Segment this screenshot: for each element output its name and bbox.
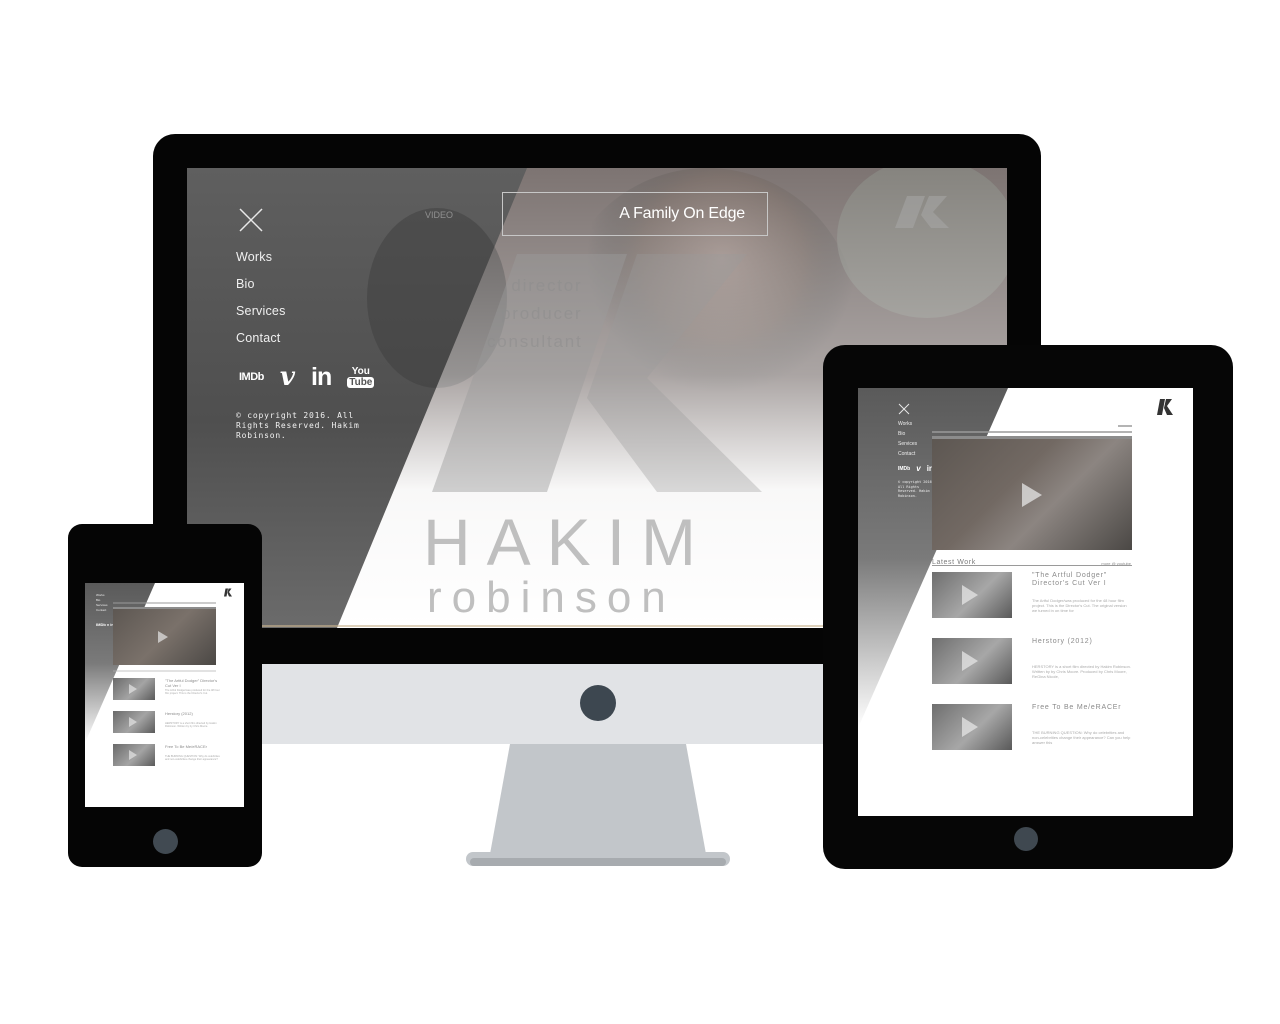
- play-icon[interactable]: [962, 717, 978, 737]
- video-description: The Artful Dodger/was produced for the 4…: [1032, 598, 1127, 613]
- video-title[interactable]: Herstory (2012): [1032, 638, 1132, 646]
- name-first: HAKIM: [423, 505, 713, 579]
- video-description: HERSTORY is a short film directed by Hak…: [1032, 664, 1131, 679]
- video-thumbnail[interactable]: [932, 638, 1012, 684]
- video-thumbnail[interactable]: [932, 704, 1012, 750]
- social-links: IMDb v in You Tube: [239, 364, 375, 390]
- close-icon[interactable]: [239, 208, 263, 232]
- nav-item-works[interactable]: Works: [236, 250, 286, 277]
- video-thumbnail[interactable]: [932, 572, 1012, 618]
- play-icon[interactable]: [129, 684, 137, 694]
- imdb-icon[interactable]: IMDb: [239, 371, 264, 383]
- imdb-icon[interactable]: IMDb: [898, 466, 910, 472]
- list-item[interactable]: Free To Be Me/eRACEr THE BURNING QUESTIO…: [932, 704, 1132, 754]
- vimeo-icon[interactable]: v: [280, 364, 295, 390]
- nav-item-works[interactable]: Works: [898, 421, 917, 431]
- desktop-logo-icon: [580, 685, 616, 721]
- video-title[interactable]: "The Artful Dodger" Director's Cut Ver I: [1032, 572, 1132, 588]
- device-mockup: Works Bio Services Contact IMDb v in You…: [0, 0, 1280, 1024]
- nav-item-contact[interactable]: Contact: [898, 451, 917, 461]
- linkedin-icon[interactable]: in: [311, 364, 332, 390]
- nav-item-services[interactable]: Services: [898, 441, 917, 451]
- roles-list: director producer consultant: [487, 276, 583, 360]
- youtube-label-bottom: Tube: [347, 377, 375, 388]
- name-last: robinson: [427, 573, 676, 622]
- phone-screen: Works Bio Services Contact IMDb v in You…: [85, 583, 244, 807]
- desktop-nav-menu: Works Bio Services Contact: [236, 250, 286, 358]
- nav-item-contact[interactable]: Contact: [96, 608, 108, 613]
- site-logo[interactable]: [224, 588, 234, 597]
- list-item[interactable]: Free To Be Me/eRACEr THE BURNING QUESTIO…: [113, 744, 223, 770]
- video-thumbnail[interactable]: [113, 711, 155, 733]
- nav-item-bio[interactable]: Bio: [898, 431, 917, 441]
- tablet-nav-menu: Works Bio Services Contact: [898, 421, 917, 461]
- video-description: THE BURNING QUESTION: Why do celebrities…: [165, 755, 220, 762]
- nav-item-bio[interactable]: Bio: [236, 277, 286, 304]
- role-consultant: consultant: [487, 332, 583, 351]
- featured-video-box[interactable]: A Family On Edge: [502, 192, 768, 236]
- role-director: director: [511, 276, 583, 295]
- nav-item-contact[interactable]: Contact: [236, 331, 286, 358]
- video-description: The Artful Dodger/was produced for the 4…: [165, 689, 220, 696]
- youtube-label-top: You: [351, 366, 370, 377]
- featured-video[interactable]: [932, 436, 1132, 550]
- tablet-home-button: [1014, 827, 1038, 851]
- play-icon[interactable]: [962, 585, 978, 605]
- youtube-icon[interactable]: You Tube: [347, 366, 375, 388]
- desktop-chin: [262, 664, 828, 744]
- featured-video[interactable]: [113, 607, 216, 665]
- more-link[interactable]: more @ youtube: [1101, 561, 1131, 566]
- list-item[interactable]: Herstory (2012) HERSTORY is a short film…: [113, 711, 223, 737]
- video-label: VIDEO: [425, 210, 454, 220]
- close-icon[interactable]: [898, 403, 910, 415]
- vimeo-icon[interactable]: v: [916, 464, 920, 473]
- video-title[interactable]: Free To Be Me/eRACEr: [165, 744, 223, 749]
- nav-item-services[interactable]: Services: [236, 304, 286, 331]
- featured-video-title: A Family On Edge: [619, 205, 745, 222]
- video-title[interactable]: Herstory (2012): [165, 711, 223, 716]
- phone-nav-menu: Works Bio Services Contact: [96, 593, 108, 613]
- play-icon[interactable]: [129, 717, 137, 727]
- desktop-stand: [466, 744, 730, 866]
- list-item[interactable]: "The Artful Dodger" Director's Cut Ver I…: [932, 572, 1132, 622]
- video-title[interactable]: "The Artful Dodger" Director's Cut Ver I: [165, 678, 223, 688]
- video-description: THE BURNING QUESTION: Why do celebrities…: [1032, 730, 1131, 745]
- video-description: HERSTORY is a short film directed by Hak…: [165, 722, 217, 729]
- play-icon[interactable]: [1022, 483, 1042, 507]
- list-item[interactable]: "The Artful Dodger" Director's Cut Ver I…: [113, 678, 223, 704]
- list-item[interactable]: Herstory (2012) HERSTORY is a short film…: [932, 638, 1132, 688]
- play-icon[interactable]: [129, 750, 137, 760]
- play-icon[interactable]: [158, 631, 168, 643]
- latest-work-heading: Latest Work: [932, 559, 976, 566]
- video-thumbnail[interactable]: [113, 744, 155, 766]
- site-logo[interactable]: [1157, 399, 1177, 415]
- tablet-screen: Works Bio Services Contact IMDb v in You…: [858, 388, 1193, 816]
- video-thumbnail[interactable]: [113, 678, 155, 700]
- play-icon[interactable]: [962, 651, 978, 671]
- video-title[interactable]: Free To Be Me/eRACEr: [1032, 704, 1132, 712]
- copyright-text: © copyright 2016. All Rights Reserved. H…: [236, 411, 360, 440]
- phone-home-button: [153, 829, 178, 854]
- role-producer: producer: [501, 304, 583, 323]
